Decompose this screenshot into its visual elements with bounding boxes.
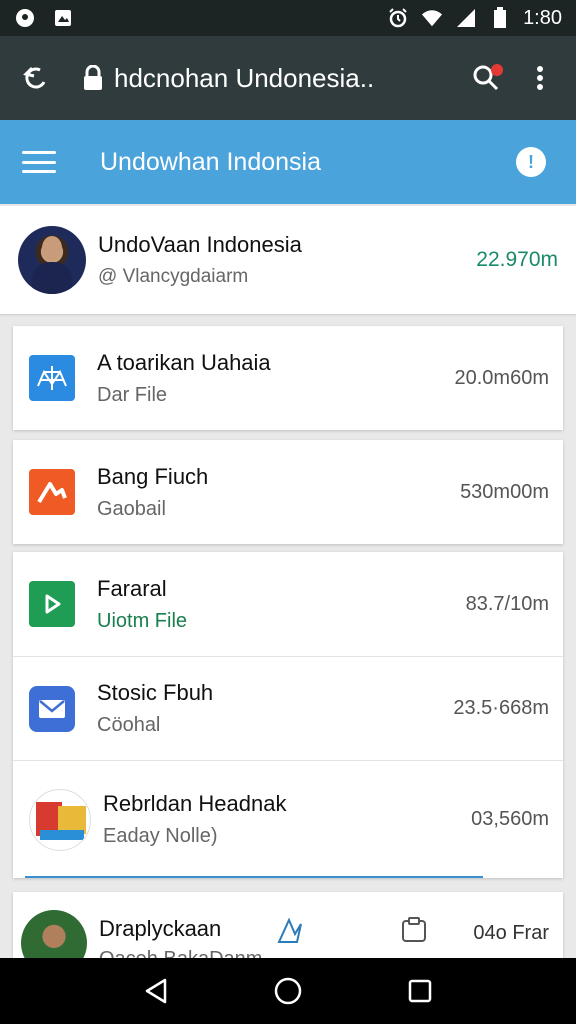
profile-handle: @ Vlancygdaiarm xyxy=(98,266,249,287)
item-title: Fararal xyxy=(97,575,167,601)
alarm-icon xyxy=(387,7,409,29)
music-icon xyxy=(29,469,75,515)
gallery-icon xyxy=(52,7,74,29)
list-item[interactable]: Stosic Fbuh Cöohal 23.5·668m xyxy=(13,656,563,760)
wifi-icon xyxy=(421,7,443,29)
play-icon xyxy=(29,581,75,627)
recents-square-icon[interactable] xyxy=(400,971,440,1011)
item-value: 20.0m60m xyxy=(454,366,550,389)
status-time: 1:80 xyxy=(523,6,562,29)
header-title: Undowhan Indonsia xyxy=(100,147,321,176)
alert-icon[interactable]: ! xyxy=(516,147,546,177)
item-value: 83.7/10m xyxy=(465,592,549,615)
navigation-bar xyxy=(0,958,576,1024)
item-title: Rebrldan Headnak xyxy=(103,791,287,816)
signal-icon xyxy=(455,7,477,29)
item-value: 04o Frar xyxy=(473,922,549,944)
list-item[interactable]: Fararal Uiotm File 83.7/10m xyxy=(13,552,563,656)
item-subtitle: Dar File xyxy=(97,383,168,406)
item-subtitle: Cöohal xyxy=(97,714,161,736)
lock-icon xyxy=(78,63,108,93)
app-header: Undowhan Indonsia ! xyxy=(0,120,576,204)
item-title: Stosic Fbuh xyxy=(97,680,214,705)
profile-row[interactable]: UndoVaan Indonesia @ Vlancygdaiarm 22.97… xyxy=(0,206,576,314)
notification-dot xyxy=(491,64,503,76)
item-value: 530m00m xyxy=(460,480,549,503)
news-thumbnail xyxy=(29,788,91,851)
item-subtitle: Uiotm File xyxy=(97,609,188,632)
item-title: A toarikan Uahaia xyxy=(97,349,271,375)
profile-value: 22.970m xyxy=(476,248,558,271)
status-bar: 1:80 xyxy=(0,0,576,36)
list-item[interactable]: Bang Fiuch Gaobail 530m00m xyxy=(13,440,563,544)
list-item-partial[interactable]: Draplyckaan Oaceh BakaDanm 04o Frar xyxy=(13,892,563,958)
list-card: A toarikan Uahaia Dar File 20.0m60m xyxy=(13,326,563,430)
more-icon[interactable] xyxy=(520,58,560,98)
item-subtitle: Oaceh BakaDanm xyxy=(99,948,262,958)
browser-toolbar: hdcnohan Undonesia.. xyxy=(0,36,576,120)
item-title: Bang Fiuch xyxy=(97,463,209,489)
avatar xyxy=(21,910,87,958)
network-icon xyxy=(29,355,75,401)
back-icon[interactable] xyxy=(16,58,56,98)
item-value: 03,560m xyxy=(471,808,549,830)
battery-icon xyxy=(489,7,511,29)
item-subtitle: Eaday Nolle) xyxy=(103,825,218,847)
home-circle-icon[interactable] xyxy=(268,971,308,1011)
list-item[interactable]: A toarikan Uahaia Dar File 20.0m60m xyxy=(13,326,563,430)
pen-icon[interactable] xyxy=(275,916,305,946)
progress-line xyxy=(25,876,483,878)
item-title: Draplyckaan xyxy=(99,916,222,941)
mail-icon xyxy=(29,685,75,732)
notification-icon xyxy=(14,7,36,29)
list-card: Fararal Uiotm File 83.7/10m Stosic Fbuh … xyxy=(13,552,563,878)
list-card: Bang Fiuch Gaobail 530m00m xyxy=(13,440,563,544)
item-subtitle: Gaobail xyxy=(97,497,166,520)
profile-name: UndoVaan Indonesia xyxy=(98,232,302,257)
search-icon[interactable] xyxy=(466,58,506,98)
item-value: 23.5·668m xyxy=(453,697,549,719)
avatar xyxy=(18,226,86,294)
list-item[interactable]: Rebrldan Headnak Eaday Nolle) 03,560m xyxy=(13,760,563,878)
back-triangle-icon[interactable] xyxy=(136,971,176,1011)
menu-icon[interactable] xyxy=(22,147,56,177)
clipboard-icon[interactable] xyxy=(399,916,429,946)
page-url-title[interactable]: hdcnohan Undonesia.. xyxy=(114,63,374,94)
